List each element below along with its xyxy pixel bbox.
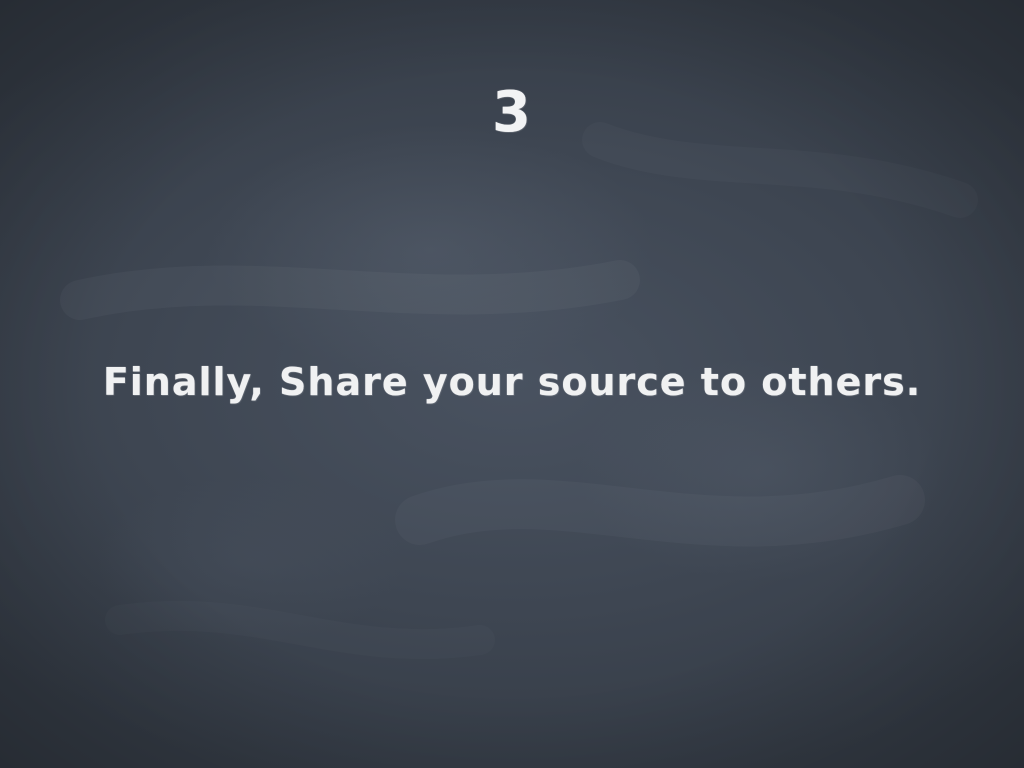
slide-number: 3 xyxy=(492,80,532,145)
chalkboard-slide: 3 Finally, Share your source to others. xyxy=(0,0,1024,768)
slide-body-text: Finally, Share your source to others. xyxy=(102,360,922,404)
